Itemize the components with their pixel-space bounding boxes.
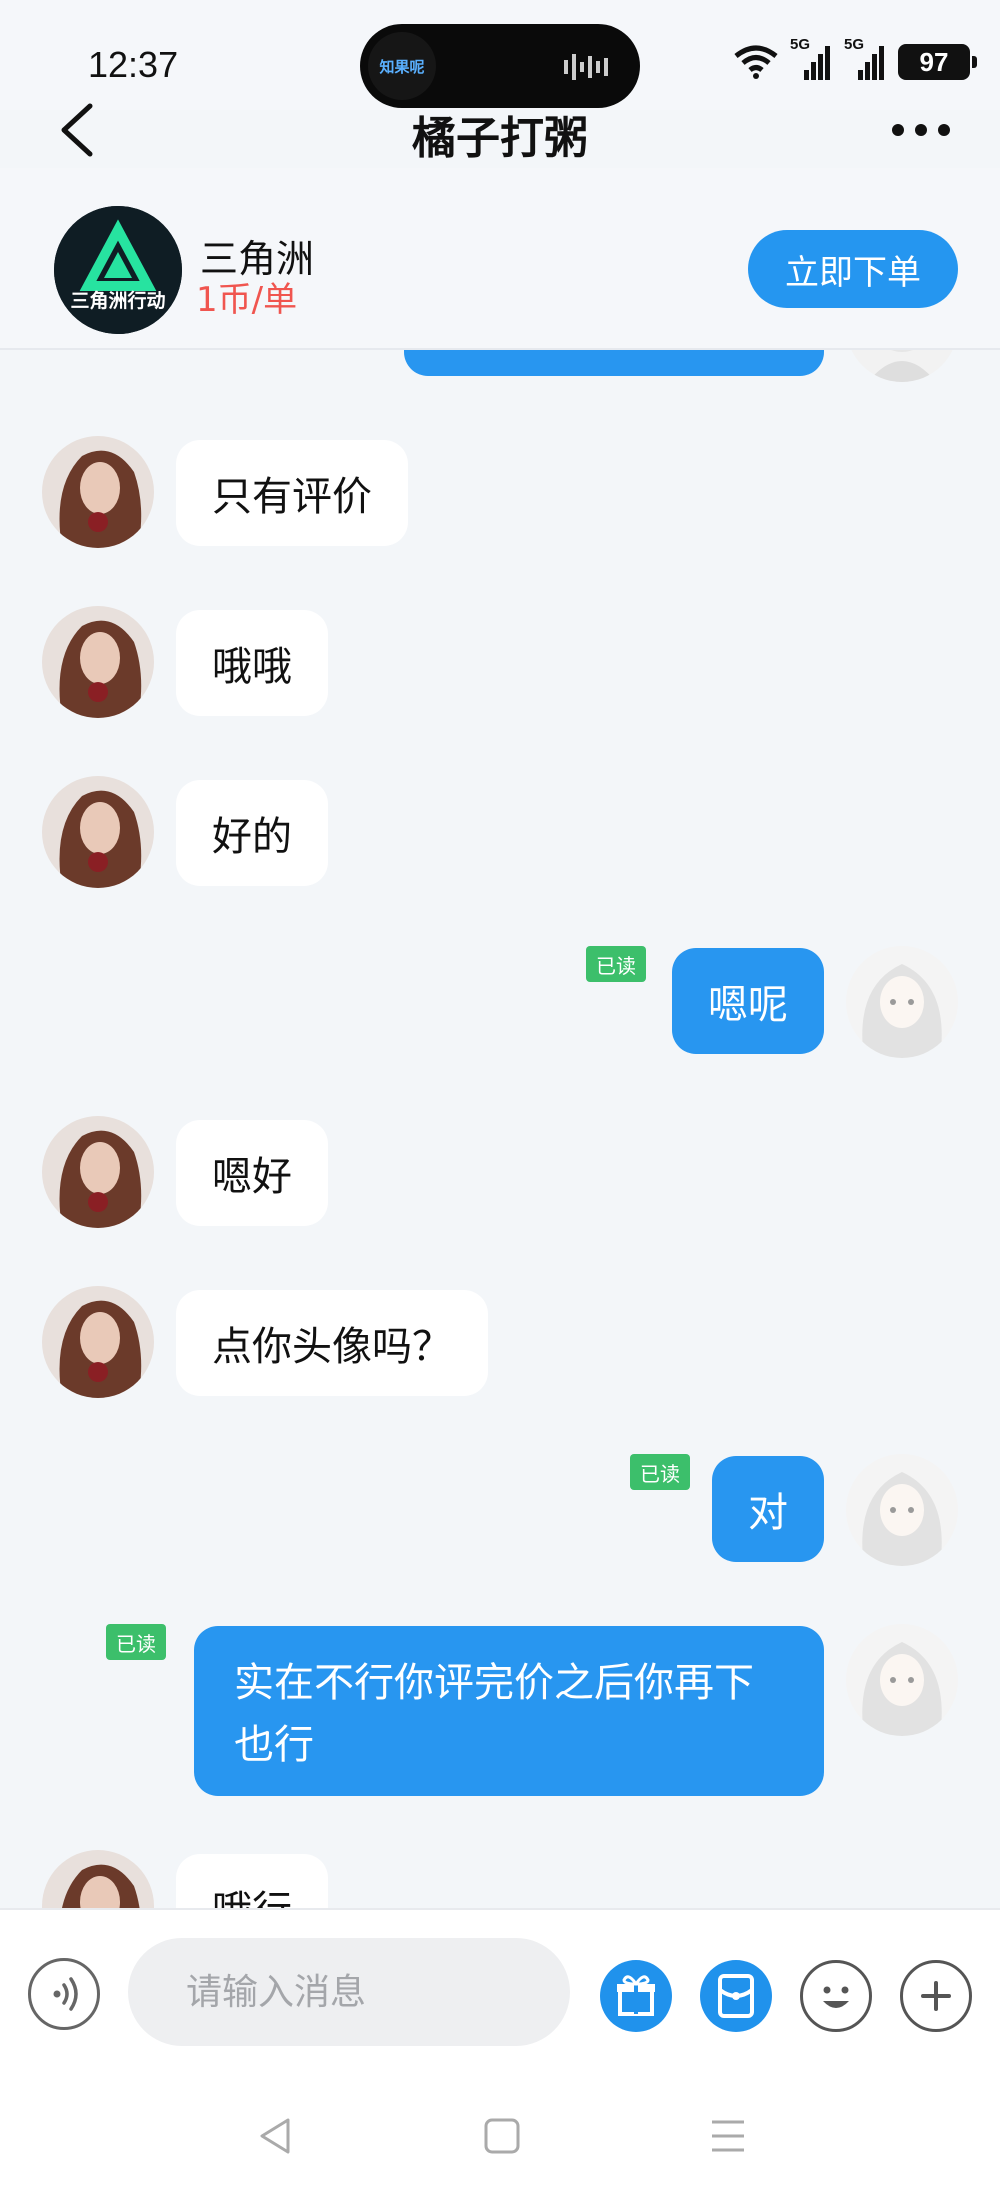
message-row: 哦行: [0, 1850, 1000, 1908]
read-receipt-badge: 已读: [630, 1454, 690, 1490]
nav-home-icon[interactable]: [478, 2112, 526, 2160]
message-bubble-in[interactable]: 哦哦: [176, 610, 328, 716]
nav-bar: 橘子打粥: [0, 88, 1000, 168]
avatar-self[interactable]: [846, 1624, 958, 1736]
avatar-other[interactable]: [42, 1286, 154, 1398]
avatar-self[interactable]: [846, 1454, 958, 1566]
chat-area[interactable]: 只有评价 哦哦 好的 已读 嗯呢 嗯好 点你头像吗？ 已读 对 已读 实在不行你…: [0, 350, 1000, 1908]
status-time: 12:37: [88, 44, 179, 85]
avatar-self[interactable]: [846, 350, 958, 382]
message-row: 已读 嗯呢: [0, 946, 1000, 1058]
plus-icon[interactable]: [900, 1960, 972, 2032]
order-now-button[interactable]: 立即下单: [748, 230, 958, 308]
chat-title: 橘子打粥: [412, 113, 588, 164]
game-price: 1币/单: [196, 280, 298, 320]
message-bubble-in[interactable]: 点你头像吗？: [176, 1290, 488, 1396]
message-bubble-out[interactable]: 实在不行你评完价之后你再下也行: [194, 1626, 824, 1796]
wifi-icon: [734, 45, 778, 79]
read-receipt-badge: 已读: [106, 1624, 166, 1660]
game-logo[interactable]: 三角洲行动: [54, 206, 182, 334]
read-receipt-badge: 已读: [586, 946, 646, 982]
audio-wave-icon: [564, 54, 608, 80]
nav-back-icon[interactable]: [252, 2112, 300, 2160]
battery-icon: 97: [898, 44, 977, 80]
game-logo-text: 三角洲行动: [70, 290, 166, 312]
message-row: 只有评价: [0, 436, 1000, 548]
message-row: 好的: [0, 776, 1000, 888]
message-bubble-out[interactable]: 嗯呢: [672, 948, 824, 1054]
message-bubble-in[interactable]: 好的: [176, 780, 328, 886]
voice-icon[interactable]: [28, 1958, 100, 2030]
avatar-self[interactable]: [846, 946, 958, 1058]
gift-icon[interactable]: [600, 1960, 672, 2032]
message-bubble-in[interactable]: 嗯好: [176, 1120, 328, 1226]
message-row-partial: [0, 350, 1000, 382]
red-packet-icon[interactable]: [700, 1960, 772, 2032]
message-bubble-in[interactable]: 哦行: [176, 1854, 328, 1908]
status-icons: 5G 5G 97: [732, 36, 977, 82]
message-row: 已读 实在不行你评完价之后你再下也行: [0, 1624, 1000, 1796]
input-bar: [0, 1908, 1000, 2078]
message-input[interactable]: [128, 1938, 570, 2046]
game-header-card: 三角洲行动 三角洲 1币/单 立即下单: [0, 168, 1000, 350]
signal-icon-2: 5G: [844, 36, 888, 82]
message-bubble-partial: [404, 350, 824, 376]
game-logo-icon: [54, 206, 182, 334]
message-bubble-in[interactable]: 只有评价: [176, 440, 408, 546]
avatar-other[interactable]: [42, 1850, 154, 1908]
more-dots-icon[interactable]: [886, 110, 956, 150]
signal-icon: 5G: [790, 36, 834, 82]
nav-menu-icon[interactable]: [704, 2112, 752, 2160]
avatar-other[interactable]: [42, 1116, 154, 1228]
message-bubble-out[interactable]: 对: [712, 1456, 824, 1562]
message-row: 哦哦: [0, 606, 1000, 718]
avatar-other[interactable]: [42, 776, 154, 888]
emoji-icon[interactable]: [800, 1960, 872, 2032]
avatar-other[interactable]: [42, 436, 154, 548]
system-nav-bar: [0, 2078, 1000, 2197]
avatar-other[interactable]: [42, 606, 154, 718]
message-row: 嗯好: [0, 1116, 1000, 1228]
message-row: 点你头像吗？: [0, 1286, 1000, 1398]
message-row: 已读 对: [0, 1454, 1000, 1566]
